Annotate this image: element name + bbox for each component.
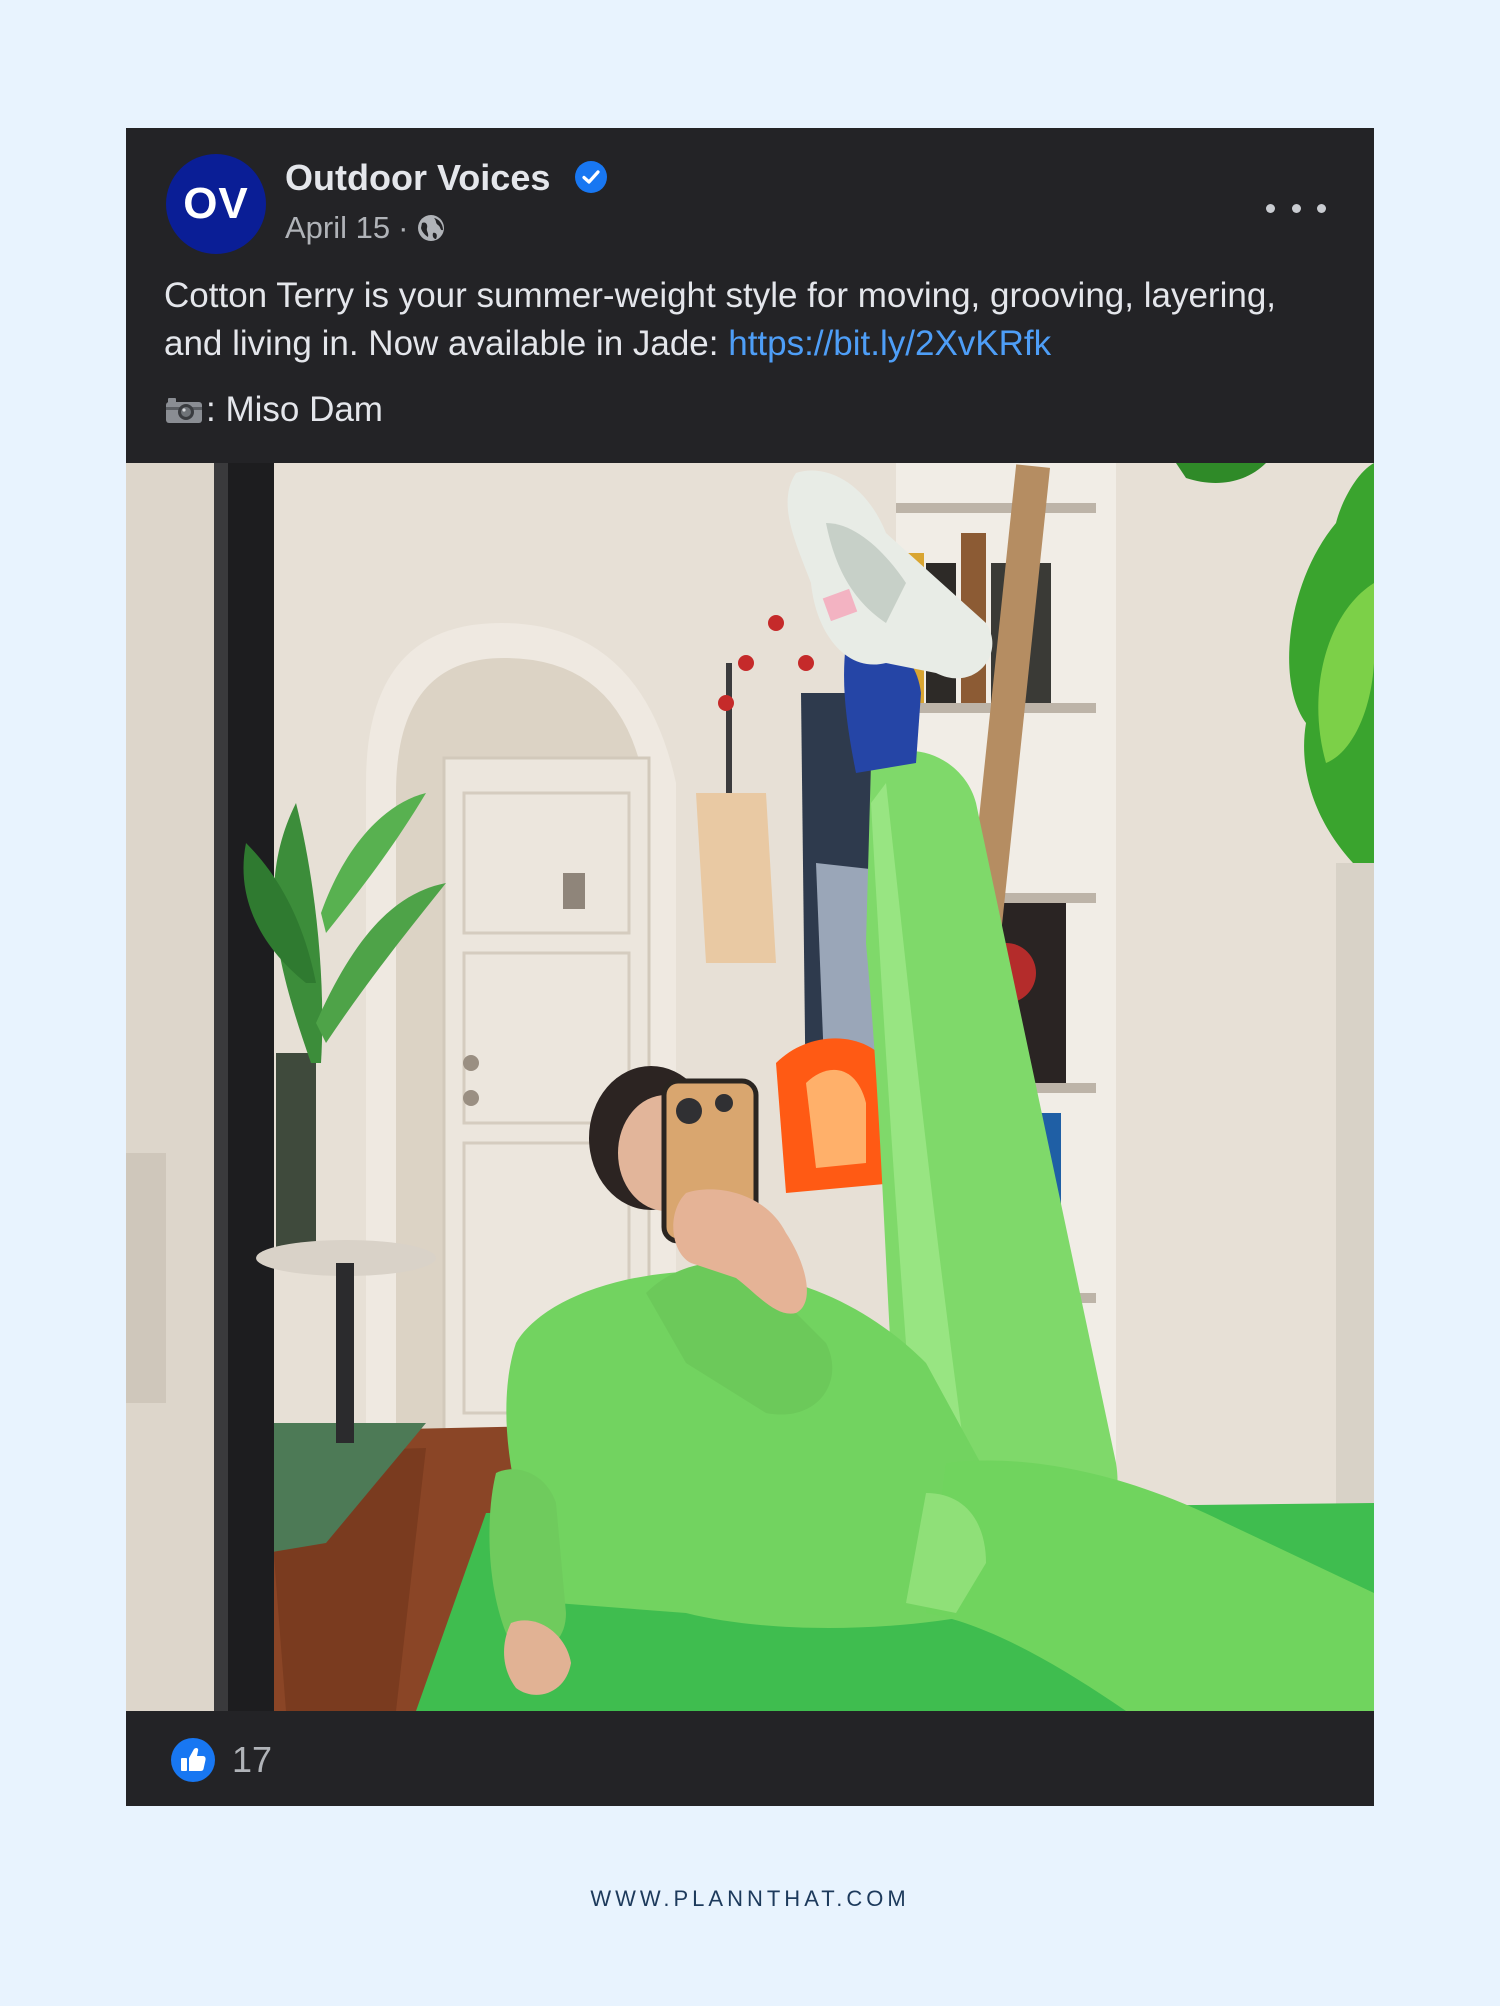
facebook-post-card: OV Outdoor Voices April 15 · Cotton Terr…	[126, 128, 1374, 1806]
post-photo-illustration	[126, 463, 1374, 1711]
like-count[interactable]: 17	[232, 1735, 272, 1785]
verified-badge-icon	[575, 161, 607, 193]
like-thumb-icon[interactable]	[170, 1737, 216, 1783]
more-dot	[1317, 203, 1326, 213]
credit-text: : Miso Dam	[206, 390, 383, 429]
post-header: OV Outdoor Voices April 15 · Cotton Terr…	[126, 128, 1374, 463]
more-dot	[1266, 203, 1275, 213]
caption-link[interactable]: https://bit.ly/2XvKRfk	[728, 324, 1051, 363]
post-meta: April 15 ·	[285, 208, 446, 248]
caption-text: Cotton Terry is your summer-weight style…	[164, 276, 1277, 363]
website-watermark: WWW.PLANNTHAT.COM	[590, 1886, 910, 1911]
meta-separator: ·	[398, 210, 409, 245]
more-options-icon[interactable]	[1266, 188, 1326, 228]
post-footer: 17	[126, 1711, 1374, 1806]
post-caption: Cotton Terry is your summer-weight style…	[164, 272, 1344, 368]
more-dot	[1291, 203, 1301, 213]
page-avatar[interactable]: OV	[166, 154, 266, 254]
camera-icon	[166, 398, 202, 423]
globe-icon[interactable]	[416, 213, 446, 243]
post-date[interactable]: April 15	[285, 208, 390, 248]
page-name-link[interactable]: Outdoor Voices	[285, 154, 550, 202]
post-photo[interactable]	[126, 463, 1374, 1711]
photo-credit: : Miso Dam	[164, 386, 383, 434]
